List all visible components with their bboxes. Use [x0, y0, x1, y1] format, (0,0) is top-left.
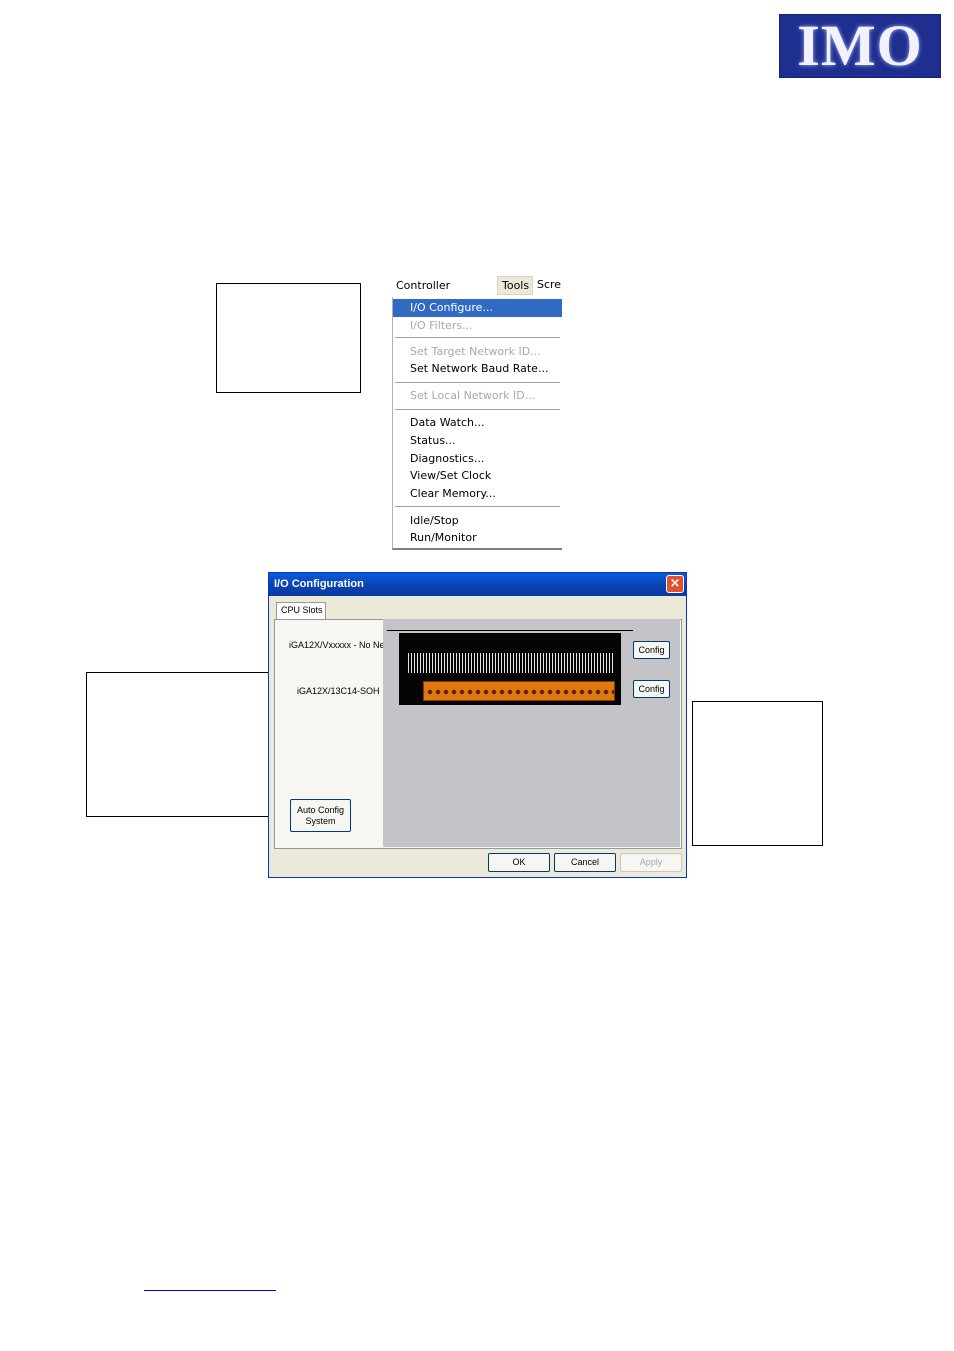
menu-item-view-set-clock[interactable]: View/Set Clock [393, 467, 562, 485]
menu-item-data-watch[interactable]: Data Watch... [393, 414, 562, 432]
menu-item-io-filters[interactable]: I/O Filters... [393, 317, 562, 335]
logo-text: IMO [797, 13, 923, 78]
menu-separator [395, 337, 560, 339]
close-icon[interactable]: × [666, 575, 684, 593]
menu-item-status[interactable]: Status... [393, 432, 562, 450]
auto-config-label-1: Auto Config [296, 805, 345, 815]
menu-separator [395, 506, 560, 508]
menu-controller[interactable]: Controller [396, 279, 450, 292]
callout-box-left [86, 672, 289, 817]
tab-cpu-slots[interactable]: CPU Slots [276, 602, 326, 620]
controller-image[interactable] [399, 633, 621, 705]
cancel-button[interactable]: Cancel [554, 853, 616, 872]
imo-logo: IMO [779, 14, 941, 78]
ok-button[interactable]: OK [488, 853, 550, 872]
menu-item-set-target-network-id[interactable]: Set Target Network ID... [393, 343, 562, 361]
auto-config-system-button[interactable]: Auto Config System [290, 799, 351, 832]
menu-separator [395, 409, 560, 411]
callout-box-right [692, 701, 823, 846]
menu-bar: Controller Tools Scre [392, 276, 562, 297]
menu-item-idle-stop[interactable]: Idle/Stop [393, 512, 562, 530]
rack-rail [387, 630, 633, 631]
menu-item-clear-memory[interactable]: Clear Memory... [393, 485, 562, 503]
dialog-title: I/O Configuration [274, 578, 364, 590]
footer-link-underline[interactable] [144, 1290, 276, 1291]
menu-item-run-monitor[interactable]: Run/Monitor [393, 529, 562, 547]
slot-label-module: iGA12X/13C14-SOH [297, 686, 380, 696]
menu-item-diagnostics[interactable]: Diagnostics... [393, 450, 562, 468]
menu-tools[interactable]: Tools [497, 276, 533, 295]
dialog-titlebar: I/O Configuration × [269, 573, 686, 596]
config-button-module[interactable]: Config [633, 680, 670, 698]
controller-menu: I/O Configure... I/O Filters... Set Targ… [392, 297, 562, 550]
display-pins [408, 653, 614, 673]
io-configuration-dialog: I/O Configuration × CPU Slots iGA12X/Vxx… [268, 572, 687, 878]
menu-item-set-network-baud-rate[interactable]: Set Network Baud Rate... [393, 360, 562, 378]
menu-separator [395, 382, 560, 384]
slot-label-base: iGA12X/Vxxxxx - No Net [289, 640, 388, 650]
menu-screen[interactable]: Scre [537, 278, 562, 291]
config-button-base[interactable]: Config [633, 641, 670, 659]
apply-button[interactable]: Apply [620, 853, 682, 872]
callout-box-menu [216, 283, 361, 393]
terminal-block [423, 681, 615, 701]
menu-item-io-configure[interactable]: I/O Configure... [393, 299, 562, 317]
auto-config-label-2: System [305, 816, 336, 826]
menu-item-set-local-network-id[interactable]: Set Local Network ID... [393, 387, 562, 405]
